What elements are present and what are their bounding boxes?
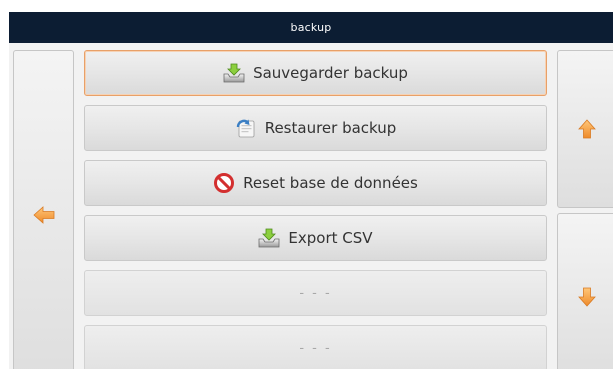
export-csv-label: Export CSV xyxy=(288,229,373,247)
arrow-left-icon xyxy=(32,206,54,224)
empty-slot-button[interactable]: - - - xyxy=(84,270,547,316)
restore-backup-label: Restaurer backup xyxy=(264,119,397,137)
download-tray-icon xyxy=(259,228,280,248)
back-button[interactable] xyxy=(13,50,74,369)
window-title: backup xyxy=(290,21,332,34)
save-backup-button[interactable]: Sauvegarder backup xyxy=(84,50,547,96)
backup-screen: backup Sauvegarder backup Restaurer back… xyxy=(0,0,613,369)
title-bar: backup xyxy=(9,12,613,44)
no-entry-icon xyxy=(214,173,235,193)
restore-backup-button[interactable]: Restaurer backup xyxy=(84,105,547,151)
arrow-up-icon xyxy=(578,119,596,139)
empty-slot-label: - - - xyxy=(299,340,332,356)
restore-icon xyxy=(236,119,255,138)
reset-database-label: Reset base de données xyxy=(243,174,418,192)
scroll-up-button[interactable] xyxy=(557,50,613,208)
empty-slot-button[interactable]: - - - xyxy=(84,325,547,369)
empty-slot-label: - - - xyxy=(299,285,332,301)
reset-database-button[interactable]: Reset base de données xyxy=(84,160,547,206)
arrow-down-icon xyxy=(578,287,596,307)
save-backup-label: Sauvegarder backup xyxy=(253,64,408,82)
scroll-down-button[interactable] xyxy=(557,213,613,369)
export-csv-button[interactable]: Export CSV xyxy=(84,215,547,261)
download-tray-icon xyxy=(223,63,245,83)
